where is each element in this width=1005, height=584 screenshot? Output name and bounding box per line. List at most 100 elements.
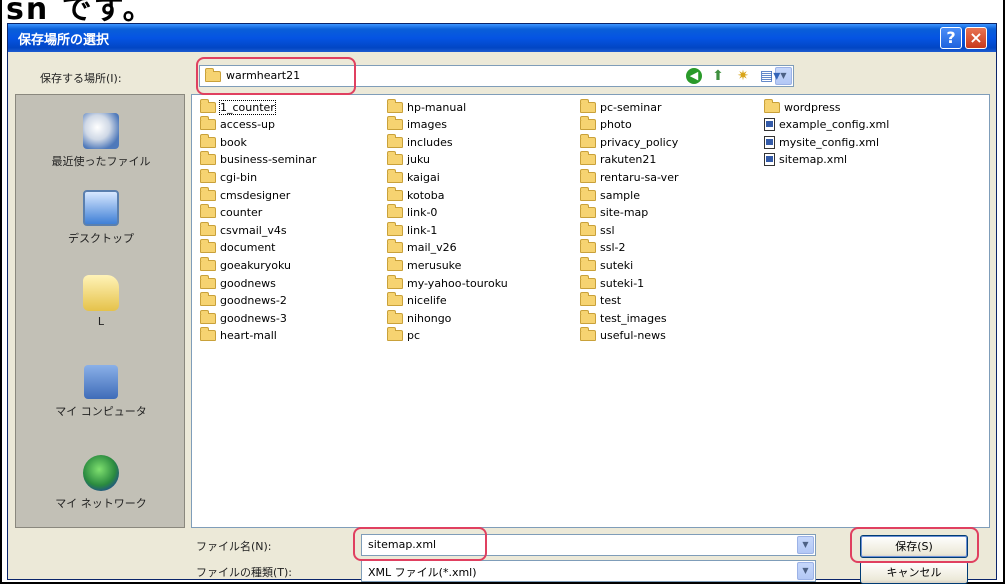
folder-item[interactable]: merusuke: [387, 256, 461, 273]
item-label: hp-manual: [407, 100, 467, 114]
folder-item[interactable]: ssl-2: [580, 239, 626, 256]
help-button[interactable]: ?: [940, 27, 962, 49]
folder-icon: [580, 292, 596, 307]
recent-files-icon: [83, 113, 119, 149]
folder-item[interactable]: suteki-1: [580, 274, 644, 291]
new-folder-icon[interactable]: ✷: [733, 66, 753, 86]
folder-item[interactable]: sample: [580, 186, 640, 203]
folder-item[interactable]: pc-seminar: [580, 98, 662, 115]
folder-item[interactable]: my-yahoo-touroku: [387, 274, 508, 291]
item-label: goodnews-3: [220, 311, 287, 325]
file-name-input[interactable]: sitemap.xml ▼: [361, 534, 816, 556]
folder-item[interactable]: book: [200, 133, 247, 150]
folder-item[interactable]: mail_v26: [387, 239, 457, 256]
folder-item[interactable]: link-0: [387, 204, 437, 221]
place-label: 最近使ったファイル: [51, 155, 151, 168]
places-bar: 最近使ったファイル デスクトップ L マイ コンピュータ マイ ネットワーク: [15, 94, 185, 528]
up-folder-icon[interactable]: ⬆: [708, 66, 728, 86]
file-type-select[interactable]: XML ファイル(*.xml) ▼: [361, 560, 816, 582]
file-item[interactable]: example_config.xml: [764, 117, 889, 133]
folder-item[interactable]: test: [580, 292, 621, 309]
folder-icon: [200, 116, 216, 131]
folder-icon: [387, 239, 403, 254]
folder-item[interactable]: ssl: [580, 221, 615, 238]
folder-icon: [200, 98, 216, 113]
item-label: mail_v26: [407, 241, 457, 255]
folder-item[interactable]: hp-manual: [387, 98, 467, 115]
folder-item[interactable]: privacy_policy: [580, 133, 678, 150]
file-name-label: ファイル名(N):: [196, 540, 272, 553]
chevron-down-icon[interactable]: ▼: [797, 562, 814, 580]
folder-icon: [387, 151, 403, 166]
folder-item[interactable]: useful-news: [580, 327, 666, 344]
folder-icon: [200, 133, 216, 148]
folder-item[interactable]: goodnews: [200, 274, 276, 291]
close-button[interactable]: ×: [965, 27, 987, 49]
chevron-down-icon[interactable]: ▼: [797, 536, 814, 554]
item-label: kaigai: [407, 170, 440, 184]
folder-item[interactable]: link-1: [387, 221, 437, 238]
item-label: nihongo: [407, 311, 452, 325]
place-my-network[interactable]: マイ ネットワーク: [16, 455, 186, 511]
folder-item[interactable]: csvmail_v4s: [200, 221, 287, 238]
folder-item[interactable]: pc: [387, 327, 421, 344]
folder-item[interactable]: images: [387, 116, 447, 133]
folder-item[interactable]: site-map: [580, 204, 649, 221]
folder-item[interactable]: test_images: [580, 309, 667, 326]
item-label: document: [220, 241, 276, 255]
item-label: includes: [407, 135, 453, 149]
cancel-button[interactable]: キャンセル: [860, 561, 968, 584]
folder-item[interactable]: goodnews-2: [200, 292, 287, 309]
folder-item[interactable]: business-seminar: [200, 151, 317, 168]
item-label: pc: [407, 329, 421, 343]
folder-item[interactable]: includes: [387, 133, 453, 150]
folder-item[interactable]: wordpress: [764, 98, 841, 115]
item-label: csvmail_v4s: [220, 223, 287, 237]
folder-icon: [580, 221, 596, 236]
item-label: goodnews-2: [220, 294, 287, 308]
title-bar: 保存場所の選択 ? ×: [8, 24, 996, 52]
folder-icon: [387, 327, 403, 342]
folder-item[interactable]: rakuten21: [580, 151, 656, 168]
save-button[interactable]: 保存(S): [860, 535, 968, 558]
item-label: access-up: [220, 118, 275, 132]
save-in-combo[interactable]: warmheart21 ▼: [199, 65, 794, 87]
folder-item[interactable]: cmsdesigner: [200, 186, 290, 203]
folder-item[interactable]: kotoba: [387, 186, 444, 203]
folder-item[interactable]: cgi-bin: [200, 168, 257, 185]
folder-item[interactable]: nihongo: [387, 309, 452, 326]
xml-file-icon: [764, 153, 775, 167]
place-my-documents[interactable]: L: [16, 275, 186, 328]
folder-item[interactable]: photo: [580, 116, 632, 133]
folder-icon: [387, 309, 403, 324]
item-label: site-map: [600, 206, 649, 220]
back-icon[interactable]: ◀: [686, 68, 702, 84]
folder-item[interactable]: kaigai: [387, 168, 440, 185]
item-label: mysite_config.xml: [779, 135, 880, 149]
folder-item[interactable]: goodnews-3: [200, 309, 287, 326]
folder-item[interactable]: suteki: [580, 256, 633, 273]
file-item[interactable]: sitemap.xml: [764, 152, 847, 168]
folder-icon: [764, 98, 780, 113]
folder-item[interactable]: rentaru-sa-ver: [580, 168, 678, 185]
place-recent-files[interactable]: 最近使ったファイル: [16, 113, 186, 169]
folder-item[interactable]: juku: [387, 151, 430, 168]
place-desktop[interactable]: デスクトップ: [16, 190, 186, 246]
folder-item[interactable]: document: [200, 239, 276, 256]
place-label: L: [97, 315, 105, 328]
folder-item[interactable]: nicelife: [387, 292, 447, 309]
file-list[interactable]: 1_counter access-up book business-seminar cg…: [191, 94, 990, 528]
views-menu-icon[interactable]: ▤▾: [760, 66, 780, 86]
folder-item[interactable]: counter: [200, 204, 262, 221]
my-documents-icon: [83, 275, 119, 311]
folder-item[interactable]: 1_counter: [200, 98, 276, 115]
folder-item[interactable]: heart-mall: [200, 327, 277, 344]
save-in-value: warmheart21: [226, 69, 301, 82]
file-item[interactable]: mysite_config.xml: [764, 134, 879, 150]
folder-item[interactable]: access-up: [200, 116, 275, 133]
place-my-computer[interactable]: マイ コンピュータ: [16, 365, 186, 419]
item-label: business-seminar: [220, 153, 317, 167]
folder-item[interactable]: goeakuryoku: [200, 256, 291, 273]
folder-icon: [387, 256, 403, 271]
item-label: test_images: [600, 311, 667, 325]
